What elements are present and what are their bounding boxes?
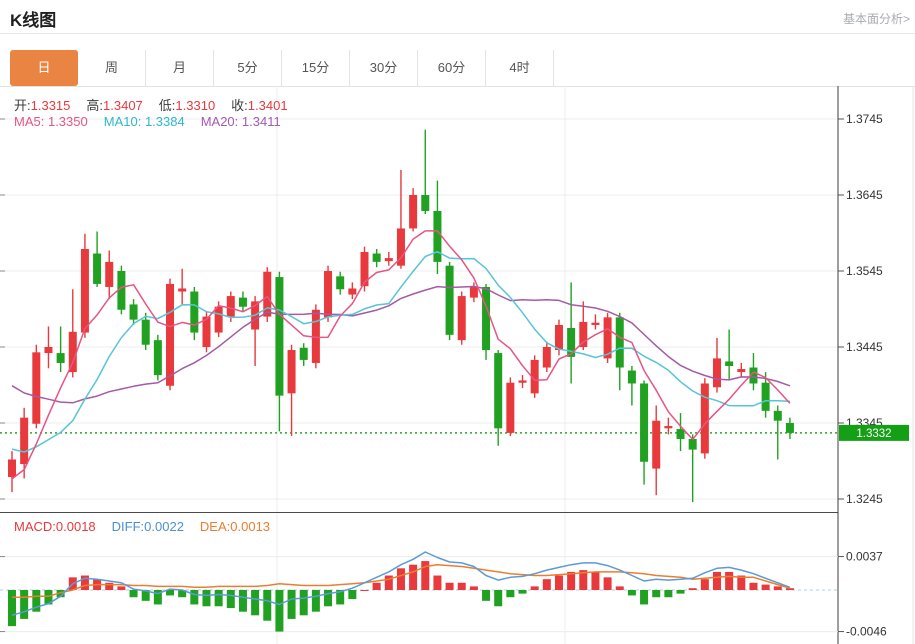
macd-value: MACD:0.0018 — [14, 519, 96, 534]
macd-readout: MACD:0.0018 DIFF:0.0022 DEA:0.0013 — [14, 519, 286, 534]
close-readout: 收:1.3401 — [231, 95, 287, 114]
svg-text:1.3545: 1.3545 — [846, 264, 883, 278]
kline-widget: { "header": { "title": "K线图", "link": "基… — [0, 0, 915, 644]
tab-15min[interactable]: 15分 — [282, 50, 350, 86]
current-price-badge: 1.3332 — [856, 428, 891, 440]
tab-week[interactable]: 周 — [78, 50, 146, 86]
tab-month[interactable]: 月 — [146, 50, 214, 86]
ma20-readout: MA20: 1.3411 — [201, 114, 281, 129]
tab-day[interactable]: 日 — [10, 50, 78, 86]
ma10-readout: MA10: 1.3384 — [104, 114, 185, 129]
ma5-readout: MA5: 1.3350 — [14, 114, 88, 129]
high-readout: 高:1.3407 — [86, 95, 142, 114]
diff-value: DIFF:0.0022 — [112, 519, 184, 534]
svg-text:1.3445: 1.3445 — [846, 340, 883, 354]
svg-text:-0.0046: -0.0046 — [846, 625, 887, 639]
dea-value: DEA:0.0013 — [200, 519, 270, 534]
open-readout: 开:1.3315 — [14, 95, 70, 114]
tab-4hour[interactable]: 4时 — [486, 50, 554, 86]
low-readout: 低:1.3310 — [159, 95, 215, 114]
ohlc-readout: 开:1.3315 高:1.3407 低:1.3310 收:1.3401 — [14, 95, 304, 114]
period-tabbar: 日周月5分15分30分60分4时 — [10, 50, 554, 86]
ma-readout: MA5: 1.3350 MA10: 1.3384 MA20: 1.3411 — [14, 114, 297, 129]
tab-5min[interactable]: 5分 — [214, 50, 282, 86]
svg-text:0.0037: 0.0037 — [846, 550, 883, 564]
svg-text:1.3745: 1.3745 — [846, 112, 883, 126]
svg-text:1.3245: 1.3245 — [846, 492, 883, 506]
svg-text:1.3645: 1.3645 — [846, 188, 883, 202]
tab-60min[interactable]: 60分 — [418, 50, 486, 86]
tab-30min[interactable]: 30分 — [350, 50, 418, 86]
